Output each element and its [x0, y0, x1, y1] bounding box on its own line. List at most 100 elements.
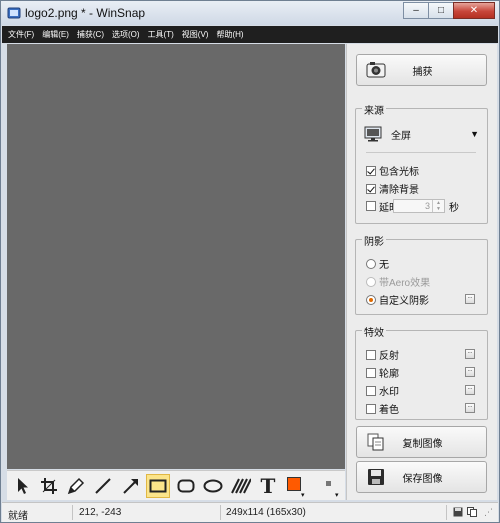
color-picker[interactable] — [287, 477, 301, 491]
effect-reflection-label: 反射 — [379, 351, 399, 362]
effect-reflection-option[interactable]: 反射 — [366, 347, 399, 362]
delay-spinner[interactable]: 3 ▲ ▼ — [393, 199, 445, 213]
hatch-tool[interactable] — [229, 474, 253, 498]
source-select[interactable]: 全屏 ▼ — [364, 125, 479, 143]
effect-watermark-option[interactable]: 水印 — [366, 383, 399, 398]
include-cursor-option[interactable]: 包含光标 — [366, 163, 419, 178]
pen-icon — [67, 477, 85, 495]
winsnap-app-icon — [7, 7, 21, 19]
line-width-picker[interactable] — [326, 481, 331, 486]
window-title: logo2.png * - WinSnap — [25, 6, 146, 20]
arrow-tool[interactable] — [119, 474, 143, 498]
status-size: 249x114 (165x30) — [226, 507, 306, 518]
effect-colorize-checkbox[interactable] — [366, 403, 376, 414]
shadow-group: 阴影 无 带Aero效果 自定义阴影 ... — [355, 233, 488, 315]
ellipse-tool[interactable] — [201, 474, 225, 498]
text-tool[interactable]: T — [256, 474, 280, 498]
text-icon: T — [260, 474, 276, 498]
winsnap-window: logo2.png * - WinSnap – □ ✕ 文件(F) 编辑(E) … — [0, 0, 500, 523]
menu-file[interactable]: 文件(F) — [8, 29, 34, 40]
spinner-arrows-icon[interactable]: ▲ ▼ — [432, 200, 444, 212]
clipboard-status-icon — [467, 507, 477, 517]
shadow-aero-radio[interactable] — [366, 276, 376, 287]
status-bar: 就绪 212, -243 249x114 (165x30) ⋰ — [2, 502, 498, 522]
close-button[interactable]: ✕ — [453, 2, 495, 19]
reflection-settings-button[interactable]: ... — [465, 349, 475, 359]
divider — [366, 152, 476, 153]
image-canvas[interactable] — [7, 44, 345, 469]
status-divider — [446, 505, 447, 520]
source-value: 全屏 — [391, 130, 411, 142]
shadow-none-label: 无 — [379, 260, 389, 271]
shadow-title: 阴影 — [362, 233, 386, 248]
shadow-none-radio[interactable] — [366, 258, 376, 269]
capture-label: 捕获 — [412, 66, 433, 78]
crop-icon — [41, 478, 57, 494]
shadow-custom-option[interactable]: 自定义阴影 — [366, 292, 429, 307]
minimize-button[interactable]: – — [403, 2, 429, 19]
shadow-settings-button[interactable]: ... — [465, 294, 475, 304]
menu-edit[interactable]: 编辑(E) — [42, 29, 69, 40]
include-cursor-label: 包含光标 — [379, 167, 419, 178]
shadow-aero-option[interactable]: 带Aero效果 — [366, 274, 430, 289]
effect-colorize-option[interactable]: 着色 — [366, 401, 399, 416]
effect-outline-checkbox[interactable] — [366, 367, 376, 378]
title-bar[interactable]: logo2.png * - WinSnap – □ ✕ — [1, 1, 499, 25]
clear-background-checkbox[interactable] — [366, 183, 376, 194]
hatch-icon — [231, 478, 251, 494]
save-image-button[interactable]: 保存图像 — [356, 461, 487, 493]
effect-outline-option[interactable]: 轮廓 — [366, 365, 399, 380]
include-cursor-checkbox[interactable] — [366, 165, 376, 176]
clear-background-option[interactable]: 清除背景 — [366, 181, 419, 196]
source-title: 来源 — [362, 102, 386, 117]
effect-reflection-checkbox[interactable] — [366, 349, 376, 360]
pointer-tool[interactable] — [11, 474, 35, 498]
menu-capture[interactable]: 捕获(C) — [77, 29, 104, 40]
status-state: 就绪 — [8, 511, 28, 522]
delay-option: 延时: 3 ▲ ▼ 秒 — [366, 199, 481, 214]
status-coords: 212, -243 — [79, 507, 122, 518]
caption-buttons: – □ ✕ — [403, 2, 495, 20]
line-tool[interactable] — [91, 474, 115, 498]
colorize-settings-button[interactable]: ... — [465, 403, 475, 413]
copy-image-label: 复制图像 — [402, 438, 443, 450]
rounded-rectangle-tool[interactable] — [174, 474, 198, 498]
disk-status-icon — [453, 507, 463, 517]
maximize-button[interactable]: □ — [428, 2, 454, 19]
rectangle-tool[interactable] — [146, 474, 170, 498]
rounded-rectangle-icon — [177, 479, 195, 493]
copy-image-button[interactable]: 复制图像 — [356, 426, 487, 458]
pen-tool[interactable] — [64, 474, 88, 498]
resize-grip-icon[interactable]: ⋰ — [484, 507, 493, 518]
shadow-aero-label: 带Aero效果 — [379, 278, 431, 289]
watermark-settings-button[interactable]: ... — [465, 385, 475, 395]
effect-watermark-label: 水印 — [379, 387, 399, 398]
color-dropdown-icon[interactable]: ▾ — [301, 491, 305, 499]
shadow-none-option[interactable]: 无 — [366, 256, 389, 271]
menu-tools[interactable]: 工具(T) — [148, 29, 174, 40]
monitor-icon — [364, 126, 382, 142]
effect-watermark-checkbox[interactable] — [366, 385, 376, 396]
save-image-label: 保存图像 — [402, 473, 443, 485]
menu-help[interactable]: 帮助(H) — [216, 29, 243, 40]
delay-checkbox[interactable] — [366, 201, 376, 211]
status-divider — [72, 505, 73, 520]
delay-unit: 秒 — [449, 203, 459, 214]
source-group: 来源 全屏 ▼ 包含光标 清除背景 延时: 3 ▲ ▼ 秒 — [355, 102, 488, 224]
delay-value: 3 — [424, 201, 430, 211]
chevron-down-icon: ▼ — [470, 129, 479, 139]
effect-outline-label: 轮廓 — [379, 369, 399, 380]
rectangle-icon — [149, 479, 167, 493]
shadow-custom-radio[interactable] — [366, 294, 376, 305]
menu-bar: 文件(F) 编辑(E) 捕获(C) 选项(O) 工具(T) 视图(V) 帮助(H… — [2, 26, 498, 43]
line-width-dropdown-icon[interactable]: ▾ — [335, 491, 339, 499]
capture-button[interactable]: 捕获 — [356, 54, 487, 86]
shadow-custom-label: 自定义阴影 — [379, 296, 429, 307]
crop-tool[interactable] — [37, 474, 61, 498]
status-divider — [220, 505, 221, 520]
effects-title: 特效 — [362, 324, 386, 339]
line-icon — [95, 478, 111, 494]
outline-settings-button[interactable]: ... — [465, 367, 475, 377]
menu-options[interactable]: 选项(O) — [112, 29, 140, 40]
menu-view[interactable]: 视图(V) — [182, 29, 209, 40]
